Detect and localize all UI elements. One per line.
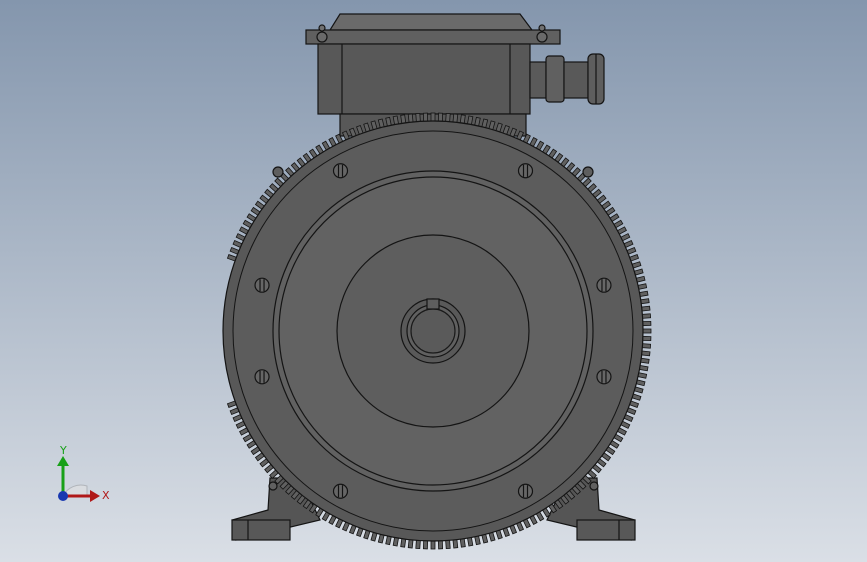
graphics-viewport[interactable]: Y X bbox=[0, 0, 867, 562]
bolt-head bbox=[254, 369, 270, 385]
motor-model-view[interactable] bbox=[0, 0, 867, 562]
cable-gland[interactable] bbox=[529, 53, 605, 105]
bolt-head bbox=[517, 163, 534, 179]
x-axis-head bbox=[90, 490, 100, 502]
bolt-head bbox=[332, 483, 349, 499]
coordinate-triad[interactable]: Y X bbox=[40, 440, 120, 510]
bolt-head bbox=[517, 483, 534, 499]
shaft-key bbox=[426, 298, 440, 310]
z-axis-dot bbox=[58, 491, 68, 501]
bolt-head bbox=[596, 277, 612, 293]
y-axis-label: Y bbox=[59, 444, 67, 457]
y-axis-head bbox=[57, 456, 69, 466]
x-axis-label: X bbox=[102, 489, 110, 502]
bolt-head bbox=[596, 369, 612, 385]
bolt-head bbox=[254, 277, 270, 293]
bolt-head bbox=[332, 163, 349, 179]
